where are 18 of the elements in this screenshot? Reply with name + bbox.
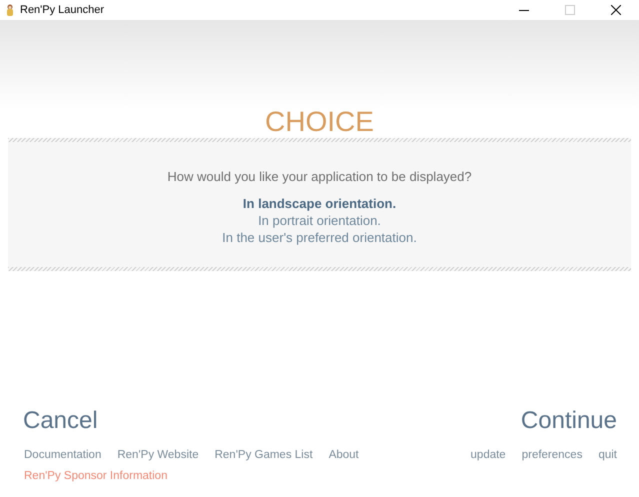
footer-link[interactable]: About xyxy=(328,448,359,463)
close-icon[interactable] xyxy=(611,5,621,15)
question-text: How would you like your application to be displayed? xyxy=(167,169,472,184)
footer-link[interactable]: quit xyxy=(598,448,617,463)
footer-link[interactable]: Ren'Py Website xyxy=(117,448,199,463)
footer-link[interactable]: Ren'Py Games List xyxy=(214,448,313,463)
cancel-button[interactable]: Cancel xyxy=(23,407,98,435)
app-icon xyxy=(5,4,15,16)
sponsor-link[interactable]: Ren'Py Sponsor Information xyxy=(24,469,404,484)
footer-link[interactable]: update xyxy=(470,448,506,463)
option-item[interactable]: In the user's preferred orientation. xyxy=(222,229,417,246)
option-item[interactable]: In portrait orientation. xyxy=(258,212,381,229)
footer-link[interactable]: preferences xyxy=(522,448,582,463)
footer-link[interactable]: Documentation xyxy=(24,448,102,463)
option-item[interactable]: In landscape orientation. xyxy=(242,195,396,212)
continue-button[interactable]: Continue xyxy=(520,407,617,435)
choice-heading: CHOICE xyxy=(264,105,375,138)
window-title: Ren'Py Launcher xyxy=(20,4,106,16)
